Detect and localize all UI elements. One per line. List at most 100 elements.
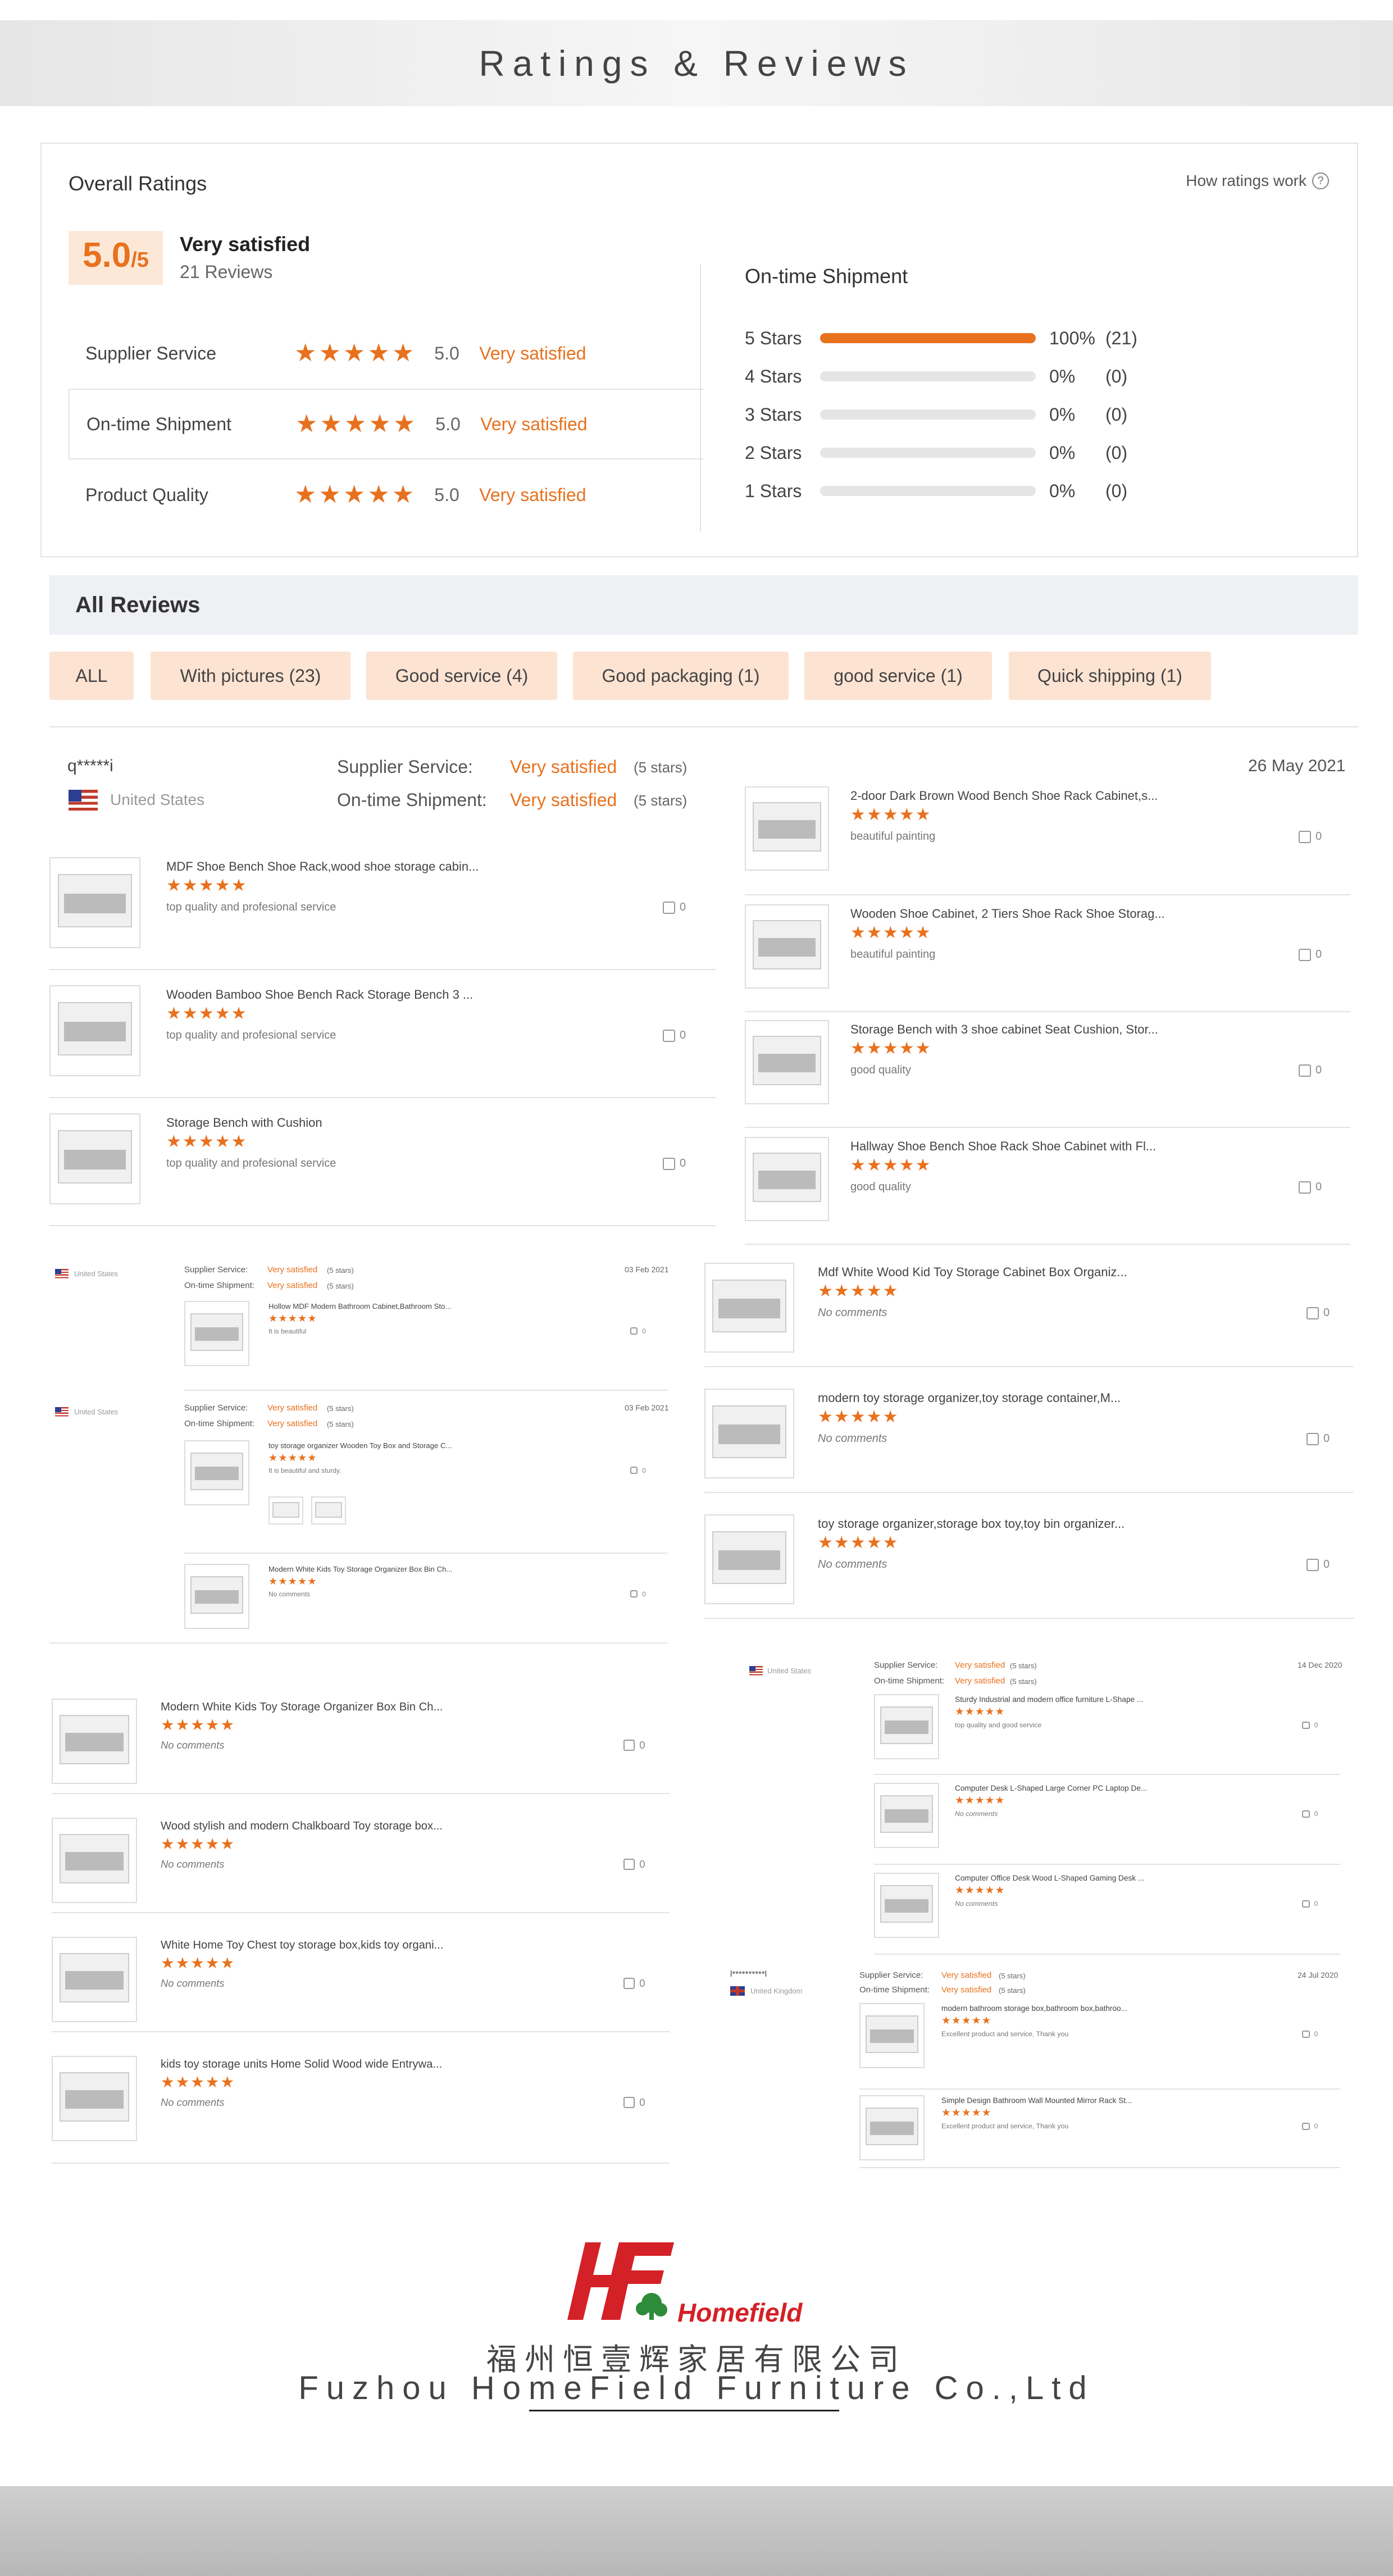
like-button[interactable]: 0 [1302,1721,1318,1729]
thumbs-up-icon[interactable] [1299,1181,1311,1194]
product-thumbnail[interactable] [184,1301,249,1366]
product-title[interactable]: Simple Design Bathroom Wall Mounted Mirr… [941,2096,1132,2105]
product-title[interactable]: White Home Toy Chest toy storage box,kid… [161,1939,443,1952]
filter-chip[interactable]: Quick shipping (1) [1009,652,1211,700]
thumbs-up-icon[interactable] [1299,830,1311,843]
thumbs-up-icon[interactable] [663,1157,675,1170]
thumbs-up-icon[interactable] [663,1029,675,1042]
product-thumbnail[interactable] [874,1694,939,1759]
thumbs-up-icon[interactable] [1306,1307,1319,1319]
product-thumbnail[interactable] [704,1514,794,1604]
how-ratings-work-link[interactable]: How ratings work? [1186,172,1329,190]
like-button[interactable]: 0 [630,1590,646,1598]
like-button[interactable]: 0 [1306,1432,1330,1445]
like-button[interactable]: 0 [1299,1181,1322,1194]
filter-chip[interactable]: With pictures (23) [151,652,350,700]
like-button[interactable]: 0 [623,2096,645,2109]
like-button[interactable]: 0 [630,1467,646,1474]
like-button[interactable]: 0 [623,1977,645,1990]
question-circle-icon[interactable]: ? [1312,172,1329,189]
review-photo[interactable] [268,1496,303,1524]
like-button[interactable]: 0 [1302,1900,1318,1908]
like-button[interactable]: 0 [1302,2030,1318,2038]
like-button[interactable]: 0 [1302,1810,1318,1818]
product-thumbnail[interactable] [859,2095,925,2160]
product-thumbnail[interactable] [745,904,829,989]
like-button[interactable]: 0 [663,1029,686,1042]
filter-chip[interactable]: ALL [49,652,134,700]
like-button[interactable]: 0 [623,1739,645,1751]
like-button[interactable]: 0 [1306,1558,1330,1571]
like-button[interactable]: 0 [630,1327,646,1335]
thumbs-up-icon[interactable] [1302,1721,1310,1730]
product-title[interactable]: Computer Desk L-Shaped Large Corner PC L… [955,1784,1147,1792]
product-title[interactable]: MDF Shoe Bench Shoe Rack,wood shoe stora… [166,859,479,874]
like-button[interactable]: 0 [1302,2122,1318,2130]
product-thumbnail[interactable] [52,1937,137,2022]
product-title[interactable]: Storage Bench with 3 shoe cabinet Seat C… [850,1022,1158,1037]
thumbs-up-icon[interactable] [1299,948,1311,961]
product-title[interactable]: Wooden Bamboo Shoe Bench Rack Storage Be… [166,987,473,1002]
product-thumbnail[interactable] [184,1564,249,1629]
like-button[interactable]: 0 [623,1858,645,1870]
like-button[interactable]: 0 [1299,948,1322,961]
product-thumbnail[interactable] [52,1699,137,1784]
product-thumbnail[interactable] [49,1113,140,1204]
product-thumbnail[interactable] [52,1818,137,1903]
thumbs-up-icon[interactable] [663,901,675,914]
product-thumbnail[interactable] [704,1389,794,1478]
product-title[interactable]: Computer Office Desk Wood L-Shaped Gamin… [955,1874,1144,1882]
thumbs-up-icon[interactable] [1299,1064,1311,1077]
product-thumbnail[interactable] [52,2056,137,2141]
thumbs-up-icon[interactable] [623,1977,635,1989]
product-title[interactable]: Wood stylish and modern Chalkboard Toy s… [161,1820,443,1833]
product-thumbnail[interactable] [874,1783,939,1848]
product-title[interactable]: modern toy storage organizer,toy storage… [818,1391,1121,1405]
product-title[interactable]: Modern White Kids Toy Storage Organizer … [268,1565,452,1573]
product-thumbnail[interactable] [704,1263,794,1353]
product-thumbnail[interactable] [745,1137,829,1221]
thumbs-up-icon[interactable] [1306,1432,1319,1445]
filter-chip[interactable]: Good service (4) [366,652,557,700]
product-title[interactable]: Modern White Kids Toy Storage Organizer … [161,1701,443,1714]
like-button[interactable]: 0 [1299,830,1322,843]
product-title[interactable]: 2-door Dark Brown Wood Bench Shoe Rack C… [850,789,1158,803]
product-thumbnail[interactable] [745,1020,829,1104]
product-title[interactable]: Sturdy Industrial and modern office furn… [955,1695,1143,1704]
like-button[interactable]: 0 [663,901,686,914]
thumbs-up-icon[interactable] [623,1739,635,1751]
thumbs-up-icon[interactable] [1302,1900,1310,1908]
product-thumbnail[interactable] [874,1873,939,1938]
review-photo[interactable] [311,1496,346,1524]
product-thumbnail[interactable] [745,786,829,871]
product-thumbnail[interactable] [859,2003,925,2068]
filter-chip[interactable]: Good packaging (1) [573,652,789,700]
product-title[interactable]: toy storage organizer Wooden Toy Box and… [268,1441,452,1450]
thumbs-up-icon[interactable] [1302,1810,1310,1818]
thumbs-up-icon[interactable] [1302,2030,1310,2038]
product-thumbnail[interactable] [184,1440,249,1505]
dimension-row-on-time-shipment[interactable]: On-time Shipment ★ ★ ★ ★ ★ 5.0 Very satisfie… [69,389,703,459]
product-title[interactable]: modern bathroom storage box,bathroom box… [941,2004,1127,2013]
thumbs-up-icon[interactable] [623,2096,635,2108]
filter-chip[interactable]: good service (1) [804,652,992,700]
product-title[interactable]: Storage Bench with Cushion [166,1116,322,1130]
product-title[interactable]: Mdf White Wood Kid Toy Storage Cabinet B… [818,1265,1127,1280]
product-thumbnail[interactable] [49,985,140,1076]
thumbs-up-icon[interactable] [623,1858,635,1870]
how-ratings-label[interactable]: How ratings work [1186,172,1306,190]
thumbs-up-icon[interactable] [630,1590,638,1598]
product-title[interactable]: Hollow MDF Modern Bathroom Cabinet,Bathr… [268,1302,451,1310]
like-button[interactable]: 0 [663,1157,686,1170]
thumbs-up-icon[interactable] [1306,1558,1319,1571]
like-button[interactable]: 0 [1306,1307,1330,1319]
product-title[interactable]: toy storage organizer,storage box toy,to… [818,1517,1125,1531]
product-thumbnail[interactable] [49,857,140,948]
product-title[interactable]: Hallway Shoe Bench Shoe Rack Shoe Cabine… [850,1139,1156,1154]
product-title[interactable]: kids toy storage units Home Solid Wood w… [161,2058,442,2071]
thumbs-up-icon[interactable] [1302,2122,1310,2131]
thumbs-up-icon[interactable] [630,1467,638,1474]
product-title[interactable]: Wooden Shoe Cabinet, 2 Tiers Shoe Rack S… [850,907,1165,921]
thumbs-up-icon[interactable] [630,1327,638,1335]
like-button[interactable]: 0 [1299,1064,1322,1077]
